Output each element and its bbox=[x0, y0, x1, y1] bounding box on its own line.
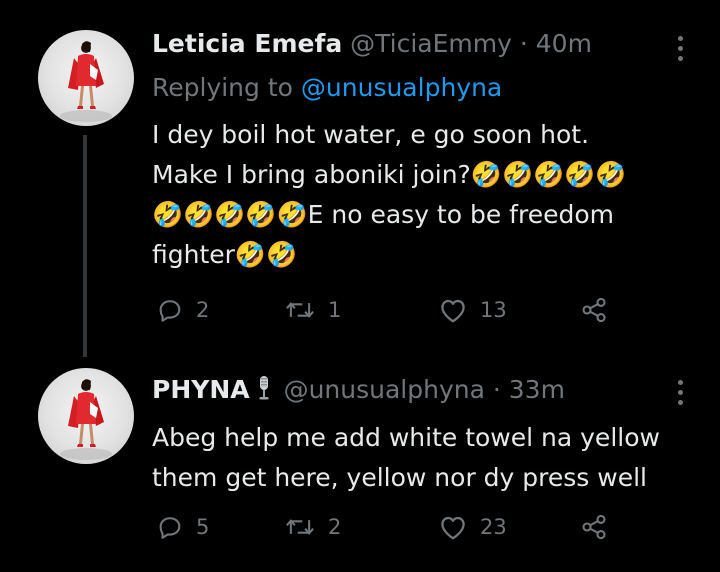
tweet-text-line: Abeg help me add white towel na yellow bbox=[152, 423, 660, 452]
avatar-image bbox=[60, 379, 112, 460]
tweet-text-line: I dey boil hot water, e go soon hot. bbox=[152, 120, 590, 149]
share-button[interactable] bbox=[579, 293, 609, 327]
avatar[interactable] bbox=[38, 30, 134, 126]
replying-label: Replying to bbox=[152, 73, 293, 102]
share-button[interactable] bbox=[579, 510, 609, 544]
retweet-count: 1 bbox=[328, 298, 342, 322]
tweet-actions: 5 2 23 bbox=[156, 510, 626, 544]
tweet-header: PHYNA @unusualphyna · 33m bbox=[152, 374, 565, 409]
tweet-text: Abeg help me add white towel na yellow t… bbox=[152, 418, 692, 498]
author-name[interactable]: PHYNA bbox=[152, 375, 250, 404]
avatar-image bbox=[60, 41, 112, 122]
reply-button[interactable]: 5 bbox=[156, 510, 209, 544]
heart-icon bbox=[441, 516, 465, 540]
author-handle[interactable]: @TiciaEmmy bbox=[350, 29, 512, 58]
reply-icon bbox=[159, 300, 181, 322]
reply-button[interactable]: 2 bbox=[156, 293, 209, 327]
tweet-actions: 2 1 13 bbox=[156, 293, 626, 327]
timestamp[interactable]: 33m bbox=[509, 375, 565, 404]
separator-dot: · bbox=[519, 29, 528, 58]
tweet-text-line: fighter🤣🤣 bbox=[152, 240, 298, 269]
heart-icon bbox=[441, 299, 465, 323]
mention-link[interactable]: @unusualphyna bbox=[301, 73, 502, 102]
like-count: 13 bbox=[480, 298, 507, 322]
retweet-button[interactable]: 2 bbox=[284, 510, 341, 544]
author-handle[interactable]: @unusualphyna bbox=[284, 375, 485, 404]
microphone-icon bbox=[256, 375, 272, 409]
tweet-text-line: 🤣🤣🤣🤣🤣E no easy to be freedom bbox=[152, 200, 614, 229]
tweet-leticia[interactable]: Leticia Emefa @TiciaEmmy · 40m Replying … bbox=[0, 0, 720, 357]
more-options-icon[interactable] bbox=[678, 36, 684, 66]
tweet-text: I dey boil hot water, e go soon hot. Mak… bbox=[152, 115, 692, 275]
retweet-icon bbox=[286, 302, 314, 318]
reply-icon bbox=[159, 517, 181, 539]
tweet-text-line: Make I bring aboniki join?🤣🤣🤣🤣🤣 bbox=[152, 160, 627, 189]
like-button[interactable]: 23 bbox=[438, 510, 507, 544]
avatar[interactable] bbox=[38, 368, 134, 464]
tweet-phyna[interactable]: PHYNA @unusualphyna · 33m Abeg help me a… bbox=[0, 350, 720, 572]
share-icon bbox=[582, 514, 606, 540]
more-options-icon[interactable] bbox=[678, 380, 684, 410]
retweet-count: 2 bbox=[328, 515, 342, 539]
reply-count: 5 bbox=[196, 515, 210, 539]
share-icon bbox=[582, 297, 606, 323]
replying-to-line: Replying to @unusualphyna bbox=[152, 72, 502, 104]
thread-connector-line bbox=[83, 135, 87, 357]
retweet-icon bbox=[286, 519, 314, 535]
retweet-button[interactable]: 1 bbox=[284, 293, 341, 327]
timestamp[interactable]: 40m bbox=[536, 29, 592, 58]
author-name[interactable]: Leticia Emefa bbox=[152, 29, 342, 58]
like-count: 23 bbox=[480, 515, 507, 539]
separator-dot: · bbox=[492, 375, 501, 404]
like-button[interactable]: 13 bbox=[438, 293, 507, 327]
tweet-text-line: them get here, yellow nor dy press well bbox=[152, 463, 647, 492]
tweet-header: Leticia Emefa @TiciaEmmy · 40m bbox=[152, 28, 592, 60]
reply-count: 2 bbox=[196, 298, 210, 322]
